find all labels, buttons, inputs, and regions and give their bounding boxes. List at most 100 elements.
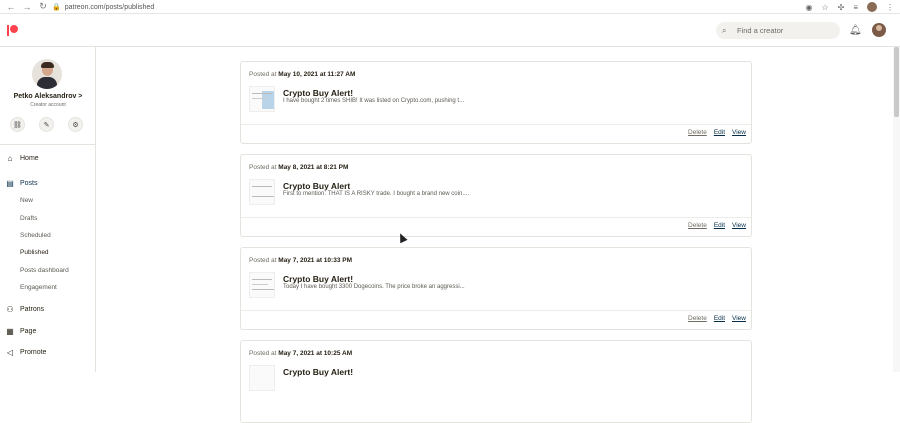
view-link[interactable]: View	[732, 129, 746, 136]
scrollbar[interactable]	[893, 47, 900, 372]
search-placeholder: Find a creator	[737, 26, 784, 35]
settings-icon[interactable]: ⚙	[68, 117, 83, 132]
thumb-line	[252, 93, 272, 94]
search-icon: ⌕	[722, 25, 727, 35]
post-excerpt: Today I have bought 3300 Dogecoins. The …	[283, 284, 465, 290]
browser-extensions: ◉ ☆ ✣ ≡ ⋮	[805, 0, 894, 14]
sidebar-subitem-posts-dashboard[interactable]: Posts dashboard	[20, 263, 69, 277]
post-date-value: May 8, 2021 at 8:21 PM	[278, 164, 349, 171]
post-excerpt: First to mention: THAT IS A RISKY trade.…	[283, 191, 469, 197]
browser-nav: ← → ↻	[0, 1, 48, 12]
post-thumbnail[interactable]	[249, 365, 275, 391]
playlist-icon[interactable]: ≡	[853, 3, 858, 12]
profile-subtitle: Creator account	[30, 102, 66, 108]
megaphone-icon: ◁	[6, 347, 14, 357]
sidebar-divider	[0, 144, 95, 145]
post-actions: Delete Edit View	[688, 315, 746, 322]
thumb-line	[252, 279, 272, 280]
post-thumbnail[interactable]	[249, 179, 275, 205]
thumb-line	[252, 196, 274, 197]
post-title[interactable]: Crypto Buy Alert!	[283, 274, 353, 284]
star-icon[interactable]: ☆	[821, 3, 828, 12]
extension-icon[interactable]: ◉	[805, 3, 812, 12]
post-date-value: May 7, 2021 at 10:25 AM	[278, 350, 353, 357]
avatar-hair	[41, 62, 54, 68]
avatar-body	[37, 77, 57, 89]
post-date-prefix: Posted at	[249, 350, 279, 357]
thumb-line	[252, 186, 272, 187]
delete-link[interactable]: Delete	[688, 222, 707, 229]
post-card[interactable]: Posted at May 7, 2021 at 10:33 PM Crypto…	[240, 247, 752, 330]
delete-link[interactable]: Delete	[688, 129, 707, 136]
post-date: Posted at May 7, 2021 at 10:33 PM	[249, 257, 352, 264]
arrow-right-icon[interactable]: →	[22, 2, 32, 12]
post-date-prefix: Posted at	[249, 257, 279, 264]
sidebar-subitem-scheduled[interactable]: Scheduled	[20, 228, 51, 242]
post-date: Posted at May 10, 2021 at 11:27 AM	[249, 71, 355, 78]
address-bar[interactable]: 🔒 patreon.com/posts/published	[52, 1, 154, 13]
post-title[interactable]: Crypto Buy Alert	[283, 181, 350, 191]
puzzle-icon[interactable]: ✣	[838, 3, 845, 12]
browser-toolbar: ← → ↻ 🔒 patreon.com/posts/published ◉ ☆ …	[0, 0, 900, 14]
post-card[interactable]: Posted at May 10, 2021 at 11:27 AM Crypt…	[240, 61, 752, 144]
view-link[interactable]: View	[732, 315, 746, 322]
post-excerpt: I have bought 2 times SHIB! It was liste…	[283, 98, 465, 104]
sidebar-item-label: Page	[20, 327, 37, 335]
link-icon[interactable]: ⛓	[10, 117, 25, 132]
post-date-prefix: Posted at	[249, 71, 279, 78]
card-divider	[241, 124, 751, 125]
search-input[interactable]: ⌕ Find a creator	[716, 22, 840, 39]
sidebar-item-label: Promote	[20, 348, 47, 356]
post-thumbnail[interactable]	[249, 272, 275, 298]
arrow-left-icon[interactable]: ←	[6, 2, 16, 12]
avatar[interactable]	[872, 23, 886, 37]
post-title[interactable]: Crypto Buy Alert!	[283, 88, 353, 98]
edit-link[interactable]: Edit	[714, 222, 725, 229]
post-actions: Delete Edit View	[688, 222, 746, 229]
posts-icon: ▤	[6, 178, 14, 188]
sidebar-item-patrons[interactable]: ⚇ Patrons	[0, 301, 95, 317]
lock-icon: 🔒	[52, 4, 61, 11]
sidebar-subitem-published[interactable]: Published	[20, 245, 49, 259]
home-icon: ⌂	[7, 153, 13, 163]
thumb-line	[252, 98, 268, 99]
sidebar-item-home[interactable]: ⌂ Home	[0, 150, 95, 166]
edit-link[interactable]: Edit	[714, 315, 725, 322]
sidebar-subitem-new[interactable]: New	[20, 193, 33, 207]
delete-link[interactable]: Delete	[688, 315, 707, 322]
more-vert-icon[interactable]: ⋮	[886, 3, 894, 12]
card-divider	[241, 217, 751, 218]
app-header: ⌕ Find a creator 🔔︎	[0, 14, 900, 47]
reload-icon[interactable]: ↻	[38, 1, 48, 12]
post-thumbnail[interactable]	[249, 86, 275, 112]
post-card[interactable]: Posted at May 7, 2021 at 10:25 AM Crypto…	[240, 340, 752, 423]
post-date-prefix: Posted at	[249, 164, 279, 171]
sidebar-item-label: Posts	[20, 179, 38, 187]
sidebar-item-posts[interactable]: ▤ Posts	[0, 175, 95, 191]
logo-dot	[10, 25, 18, 33]
browser-profile-avatar[interactable]	[867, 2, 877, 12]
thumb-line	[252, 289, 274, 290]
sidebar-item-label: Patrons	[20, 305, 45, 313]
post-date: Posted at May 7, 2021 at 10:25 AM	[249, 350, 352, 357]
page-icon: ▦	[6, 326, 14, 336]
patrons-icon: ⚇	[6, 304, 14, 314]
logo-bar	[7, 25, 9, 36]
patreon-logo[interactable]	[7, 25, 18, 36]
profile-avatar[interactable]	[32, 59, 62, 89]
post-date-value: May 10, 2021 at 11:27 AM	[278, 71, 356, 78]
scrollbar-thumb[interactable]	[894, 47, 899, 117]
sidebar-subitem-engagement[interactable]: Engagement	[20, 280, 57, 294]
sidebar-item-page[interactable]: ▦ Page	[0, 323, 95, 339]
sidebar: Petko Aleksandrov > Creator account ⛓ ✎ …	[0, 47, 96, 372]
post-title[interactable]: Crypto Buy Alert!	[283, 367, 353, 377]
post-card[interactable]: Posted at May 8, 2021 at 8:21 PM Crypto …	[240, 154, 752, 237]
edit-icon[interactable]: ✎	[39, 117, 54, 132]
view-link[interactable]: View	[732, 222, 746, 229]
profile-name[interactable]: Petko Aleksandrov >	[0, 93, 96, 100]
bell-icon[interactable]: 🔔︎	[849, 25, 862, 36]
sidebar-item-promote[interactable]: ◁ Promote	[0, 344, 95, 360]
edit-link[interactable]: Edit	[714, 129, 725, 136]
thumb-line	[252, 284, 268, 285]
sidebar-subitem-drafts[interactable]: Drafts	[20, 211, 37, 225]
